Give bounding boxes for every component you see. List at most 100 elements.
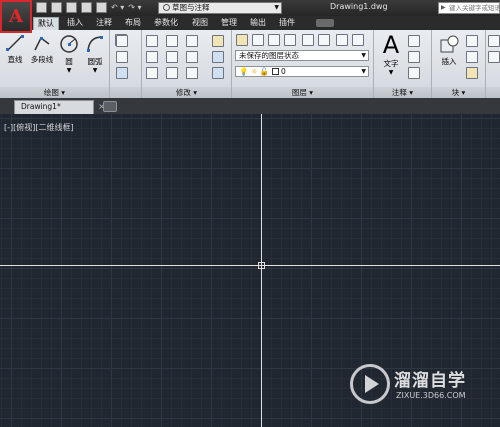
tab-insert[interactable]: 插入 xyxy=(63,17,87,30)
edit-block-icon[interactable] xyxy=(466,51,478,63)
properties-panel xyxy=(486,30,500,98)
autocad-logo-icon: A xyxy=(9,5,23,27)
modify-panel-footer[interactable]: 修改 ▾ xyxy=(142,87,231,98)
file-tab-drawing1[interactable]: Drawing1* × xyxy=(14,100,105,114)
save-as-icon[interactable] xyxy=(81,2,92,13)
tab-default[interactable]: 默认 xyxy=(33,17,59,30)
lightbulb-icon: 💡 xyxy=(239,67,249,76)
chevron-down-icon: ▼ xyxy=(274,4,279,11)
scale-icon[interactable] xyxy=(166,67,178,79)
cursor-pickbox xyxy=(258,262,265,269)
layer-icon[interactable] xyxy=(318,34,330,46)
undo-icon[interactable]: ↶ ▾ xyxy=(111,2,124,13)
layer-icon[interactable] xyxy=(302,34,314,46)
modify-panel-title: 修改 xyxy=(175,88,191,97)
layer-properties-icon[interactable] xyxy=(236,34,248,46)
hatch-icon[interactable] xyxy=(116,67,128,79)
create-block-icon[interactable] xyxy=(466,35,478,47)
insert-tool[interactable]: 插入 xyxy=(436,34,462,67)
circle-tool[interactable]: 圆 ▼ xyxy=(58,34,80,74)
layers-panel-footer[interactable]: 图层 ▾ xyxy=(232,87,373,98)
current-layer-dropdown[interactable]: 💡 ☼ 🔓 0 ▼ xyxy=(235,66,369,77)
annotation-panel: A 文字 ▼ 注释 ▾ xyxy=(374,30,432,98)
block-attributes-icon[interactable] xyxy=(466,67,478,79)
trim-icon[interactable] xyxy=(186,35,198,47)
ribbon: 直线 多段线 圆 ▼ 圆弧 ▼ 绘图 ▾ 修改 ▾ 未保存的图层状态 ▼ 💡 ☼… xyxy=(0,30,500,98)
file-tab-bar: Drawing1* × xyxy=(0,98,500,114)
search-input[interactable]: 键入关键字或短语 xyxy=(438,2,500,14)
chevron-down-icon: ▼ xyxy=(361,52,366,59)
leader-icon[interactable] xyxy=(408,51,420,63)
draw-panel-footer[interactable]: 绘图 ▾ xyxy=(0,87,109,98)
polyline-icon xyxy=(34,36,50,51)
new-tab-button[interactable] xyxy=(103,101,117,112)
circle-tool-label: 圆 xyxy=(65,57,73,66)
modify-panel: 修改 ▾ xyxy=(142,30,232,98)
properties-icon[interactable] xyxy=(488,51,500,63)
explode-icon[interactable] xyxy=(212,51,224,63)
drawing-canvas[interactable]: [-][俯视][二维线框] 溜溜自学 ZIXUE.3D66.COM xyxy=(0,114,500,427)
arc-tool-label: 圆弧 xyxy=(87,57,103,66)
layer-icon[interactable] xyxy=(336,34,348,46)
save-icon[interactable] xyxy=(66,2,77,13)
tab-manage[interactable]: 管理 xyxy=(217,17,241,30)
ribbon-options-button[interactable] xyxy=(316,19,334,27)
crosshair-horizontal xyxy=(0,265,500,266)
table-icon[interactable] xyxy=(408,67,420,79)
current-layer-value: 0 xyxy=(280,67,286,76)
watermark-url: ZIXUE.3D66.COM xyxy=(396,391,466,400)
layers-panel: 未保存的图层状态 ▼ 💡 ☼ 🔓 0 ▼ 图层 ▾ xyxy=(232,30,374,98)
draw-panel-extra xyxy=(110,30,142,98)
move-icon[interactable] xyxy=(146,35,158,47)
layer-icon[interactable] xyxy=(268,34,280,46)
title-bar: ↶ ▾ ↷ ▾ 草图与注释 ▼ Drawing1.dwg 键入关键字或短语 xyxy=(0,0,500,16)
stretch-icon[interactable] xyxy=(146,67,158,79)
application-menu-button[interactable]: A xyxy=(0,0,32,33)
tab-view[interactable]: 视图 xyxy=(188,17,212,30)
document-title: Drawing1.dwg xyxy=(330,2,388,11)
redo-icon[interactable]: ↷ ▾ xyxy=(128,2,141,13)
viewport-controls-label[interactable]: [-][俯视][二维线框] xyxy=(4,122,74,133)
draw-panel-extra-footer xyxy=(110,87,141,98)
block-panel-footer[interactable]: 块 ▾ xyxy=(432,87,485,98)
watermark: 溜溜自学 ZIXUE.3D66.COM xyxy=(350,364,475,414)
tab-layout[interactable]: 布局 xyxy=(121,17,145,30)
offset-icon[interactable] xyxy=(212,67,224,79)
line-tool-label: 直线 xyxy=(7,55,23,64)
ellipse-icon[interactable] xyxy=(116,51,128,63)
tab-parametric[interactable]: 参数化 xyxy=(150,17,182,30)
layer-icon[interactable] xyxy=(284,34,296,46)
tab-annotate[interactable]: 注释 xyxy=(92,17,116,30)
quick-access-toolbar: ↶ ▾ ↷ ▾ xyxy=(36,2,142,13)
open-file-icon[interactable] xyxy=(51,2,62,13)
workspace-selector[interactable]: 草图与注释 ▼ xyxy=(158,2,282,14)
plot-icon[interactable] xyxy=(96,2,107,13)
line-tool[interactable]: 直线 xyxy=(4,34,26,65)
array-icon[interactable] xyxy=(186,67,198,79)
block-panel: 插入 块 ▾ xyxy=(432,30,486,98)
annotation-panel-footer[interactable]: 注释 ▾ xyxy=(374,87,431,98)
new-file-icon[interactable] xyxy=(36,2,47,13)
layer-icon[interactable] xyxy=(252,34,264,46)
tab-plugins[interactable]: 插件 xyxy=(275,17,299,30)
crosshair-vertical xyxy=(261,114,262,427)
ribbon-tab-bar: 默认 插入 注释 布局 参数化 视图 管理 输出 插件 xyxy=(0,16,500,30)
draw-panel: 直线 多段线 圆 ▼ 圆弧 ▼ 绘图 ▾ xyxy=(0,30,127,98)
sun-icon: ☼ xyxy=(250,67,258,76)
rotate-icon[interactable] xyxy=(166,35,178,47)
layer-icon[interactable] xyxy=(352,34,364,46)
rectangle-icon[interactable] xyxy=(116,35,128,47)
copy-icon[interactable] xyxy=(146,51,158,63)
workspace-label: 草图与注释 xyxy=(172,3,210,12)
polyline-tool[interactable]: 多段线 xyxy=(28,34,56,65)
layer-state-dropdown[interactable]: 未保存的图层状态 ▼ xyxy=(235,50,369,61)
arc-tool[interactable]: 圆弧 ▼ xyxy=(84,34,106,74)
tab-output[interactable]: 输出 xyxy=(246,17,270,30)
watermark-name: 溜溜自学 xyxy=(394,371,466,391)
erase-icon[interactable] xyxy=(212,35,224,47)
text-tool[interactable]: A 文字 ▼ xyxy=(378,32,404,76)
dimension-icon[interactable] xyxy=(408,35,420,47)
match-properties-icon[interactable] xyxy=(488,35,500,47)
mirror-icon[interactable] xyxy=(166,51,178,63)
fillet-icon[interactable] xyxy=(186,51,198,63)
